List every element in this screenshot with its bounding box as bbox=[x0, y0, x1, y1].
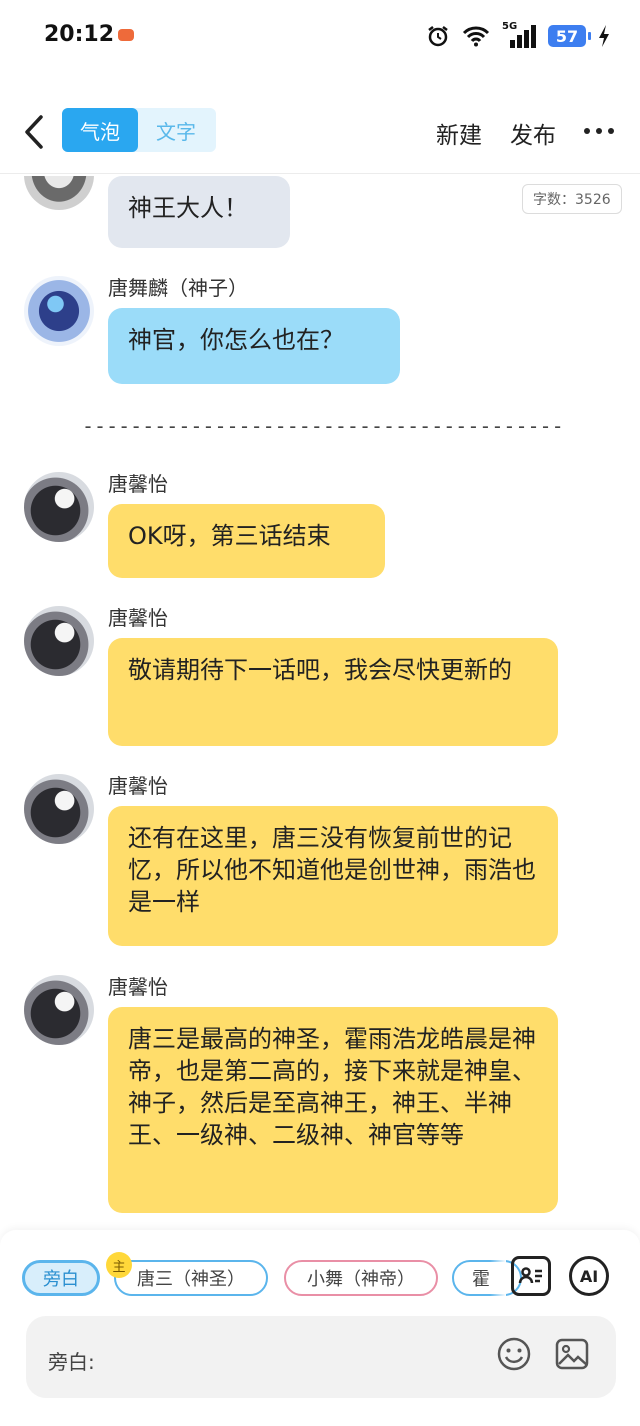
chip-scroll-fade bbox=[490, 1254, 506, 1302]
avatar[interactable] bbox=[24, 276, 94, 346]
input-role-label: 旁白: bbox=[48, 1350, 95, 1374]
game-icon bbox=[118, 29, 134, 41]
avatar[interactable] bbox=[24, 774, 94, 844]
composer-panel: 旁白 唐三（神圣） 主 小舞（神帝） 霍 AI 旁白: bbox=[0, 1230, 640, 1426]
chat-message[interactable]: 唐馨怡 敬请期待下一话吧，我会尽快更新的 bbox=[0, 602, 640, 752]
chat-message[interactable]: 唐馨怡 OK呀，第三话结束 bbox=[0, 468, 640, 588]
more-dot-icon bbox=[584, 128, 590, 134]
message-bubble[interactable]: 神王大人！ bbox=[108, 176, 290, 248]
message-input[interactable]: 旁白: bbox=[26, 1316, 616, 1398]
role-chip-narrator[interactable]: 旁白 bbox=[22, 1260, 100, 1296]
chat-message[interactable]: 神王大人！ bbox=[0, 176, 640, 260]
message-bubble[interactable]: 唐三是最高的神圣，霍雨浩龙皓晨是神帝，也是第二高的，接下来就是神皇、神子，然后是… bbox=[108, 1007, 558, 1213]
top-nav: 气泡 文字 新建 发布 bbox=[0, 96, 640, 174]
mode-text-tab[interactable]: 文字 bbox=[138, 108, 214, 152]
more-dot-icon bbox=[608, 128, 614, 134]
main-role-badge: 主 bbox=[106, 1252, 132, 1278]
sender-name: 唐馨怡 bbox=[108, 472, 168, 496]
more-options-button[interactable] bbox=[584, 116, 614, 146]
status-icons: 5G 57 bbox=[426, 21, 610, 50]
chat-message[interactable]: 唐馨怡 还有在这里，唐三没有恢复前世的记忆，所以他不知道他是创世神，雨浩也是一样 bbox=[0, 770, 640, 950]
chat-message[interactable]: 唐舞麟（神子） 神官，你怎么也在？ bbox=[0, 272, 640, 392]
message-bubble[interactable]: OK呀，第三话结束 bbox=[108, 504, 385, 578]
new-button[interactable]: 新建 bbox=[436, 116, 482, 150]
emoji-icon[interactable] bbox=[496, 1336, 532, 1372]
character-card-button[interactable] bbox=[511, 1256, 551, 1296]
cellular-signal-icon: 5G bbox=[502, 21, 536, 48]
status-time: 20:12 bbox=[44, 22, 115, 47]
avatar[interactable] bbox=[24, 472, 94, 542]
role-chip-tangsan[interactable]: 唐三（神圣） bbox=[114, 1260, 268, 1296]
publish-button[interactable]: 发布 bbox=[510, 116, 556, 150]
avatar[interactable] bbox=[24, 975, 94, 1045]
more-dot-icon bbox=[596, 128, 602, 134]
status-bar: 20:12 5G 57 bbox=[0, 0, 640, 72]
alarm-icon bbox=[428, 26, 448, 47]
sender-name: 唐馨怡 bbox=[108, 774, 168, 798]
mode-bubble-tab[interactable]: 气泡 bbox=[62, 108, 138, 152]
message-bubble[interactable]: 敬请期待下一话吧，我会尽快更新的 bbox=[108, 638, 558, 746]
ai-button[interactable]: AI bbox=[569, 1256, 609, 1296]
chevron-left-icon bbox=[25, 115, 43, 149]
avatar[interactable] bbox=[24, 176, 94, 210]
chat-message[interactable]: 唐馨怡 唐三是最高的神圣，霍雨浩龙皓晨是神帝，也是第二高的，接下来就是神皇、神子… bbox=[0, 971, 640, 1221]
message-bubble[interactable]: 还有在这里，唐三没有恢复前世的记忆，所以他不知道他是创世神，雨浩也是一样 bbox=[108, 806, 558, 946]
sender-name: 唐馨怡 bbox=[108, 606, 168, 630]
back-button[interactable] bbox=[18, 112, 50, 152]
wifi-icon bbox=[462, 26, 490, 47]
battery-indicator: 57 bbox=[548, 25, 591, 47]
mode-switch: 气泡 文字 bbox=[62, 108, 216, 152]
contact-card-icon bbox=[518, 1267, 542, 1284]
image-icon[interactable] bbox=[554, 1336, 590, 1372]
sender-name: 唐舞麟（神子） bbox=[108, 276, 248, 300]
avatar[interactable] bbox=[24, 606, 94, 676]
sender-name: 唐馨怡 bbox=[108, 975, 168, 999]
scene-divider: ---------------------------------------- bbox=[82, 414, 564, 438]
role-chip-xiaowu[interactable]: 小舞（神帝） bbox=[284, 1260, 438, 1296]
charging-icon bbox=[599, 25, 609, 47]
chat-area[interactable]: 字数：3526 神王大人！ 唐舞麟（神子） 神官，你怎么也在？ --------… bbox=[0, 176, 640, 1230]
message-bubble[interactable]: 神官，你怎么也在？ bbox=[108, 308, 400, 384]
